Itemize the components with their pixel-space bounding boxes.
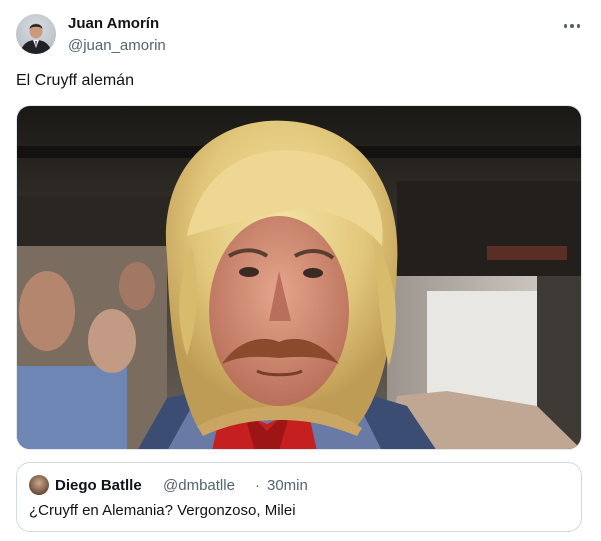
author-avatar[interactable] <box>16 14 56 54</box>
author-handle[interactable]: @juan_amorin <box>68 37 166 55</box>
quoted-author-name: Diego Batlle <box>55 477 142 494</box>
tweet-card: Juan Amorín @juan_amorin El Cruyff alemá… <box>0 0 601 541</box>
quoted-author-handle: @dmbatlle <box>163 477 235 494</box>
tweet-text: El Cruyff alemán <box>16 72 134 89</box>
quoted-separator: · <box>255 477 260 494</box>
quoted-timestamp[interactable]: 30min <box>267 477 308 495</box>
quoted-tweet[interactable]: Diego Batlle @dmbatlle · 30min ¿Cruyff e… <box>16 462 582 532</box>
tweet-photo[interactable] <box>16 105 582 450</box>
author-name[interactable]: Juan Amorín <box>68 15 159 33</box>
more-options-icon[interactable] <box>558 14 586 38</box>
quoted-author-avatar <box>29 475 49 495</box>
quoted-tweet-text: ¿Cruyff en Alemania? Vergonzoso, Milei <box>29 502 296 519</box>
